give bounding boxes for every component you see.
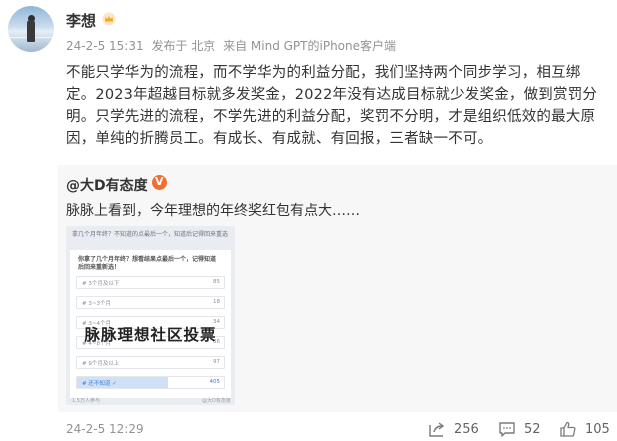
image-credit: @大D有态度 — [202, 398, 231, 404]
repost-time[interactable]: 24-2-5 12:29 — [66, 422, 144, 436]
like-count: 105 — [585, 421, 610, 437]
vote-option-count: 18 — [213, 299, 220, 305]
repost-image[interactable]: 拿几个月年终？不知道的点最后一个，知道后记得回来重选 你拿了几个月年终？想看结果… — [66, 226, 235, 405]
vote-option-count: 405 — [209, 379, 221, 385]
post-source: 来自 Mind GPT的iPhone客户端 — [223, 39, 397, 53]
user-name[interactable]: 李想 — [66, 10, 96, 31]
comment-count: 52 — [524, 421, 541, 437]
avatar[interactable] — [8, 6, 54, 52]
comment-icon — [499, 422, 515, 437]
share-count: 256 — [454, 421, 479, 437]
vote-participants: 1.5万人参与 — [72, 398, 100, 404]
vote-option: # 3~3个月 18 — [76, 296, 225, 309]
vote-option-count: 97 — [213, 359, 220, 365]
like-icon — [560, 421, 576, 437]
verified-icon — [152, 175, 167, 190]
post-meta: 24-2-5 15:31 发布于 北京 来自 Mind GPT的iPhone客户… — [66, 37, 400, 54]
post-time[interactable]: 24-2-5 15:31 — [66, 39, 144, 53]
vote-option-label: # 9个月及以上 — [82, 361, 120, 367]
crown-icon — [102, 12, 116, 26]
repost-author[interactable]: @大D有态度 — [66, 175, 148, 195]
vote-option-label: # 3个月及以下 — [82, 281, 120, 287]
vote-header-question: 拿几个月年终？不知道的点最后一个，知道后记得回来重选 — [72, 231, 229, 238]
post-location: 发布于 北京 — [151, 39, 216, 53]
vote-panel: 你拿了几个月年终？想看结果点最后一个，记得知道后回来重新选！ # 3个月及以下 … — [70, 250, 231, 398]
comment-button[interactable]: 52 — [498, 420, 541, 438]
vote-option-count: 85 — [213, 279, 220, 285]
share-icon — [429, 422, 445, 437]
share-button[interactable]: 256 — [428, 420, 479, 438]
repost-text: 脉脉上看到，今年理想的年终奖红包有点大…… — [66, 203, 360, 219]
image-watermark: 脉脉理想社区投票 — [84, 326, 217, 344]
avatar-figure-body — [27, 20, 35, 42]
repost-card[interactable]: @大D有态度 脉脉上看到，今年理想的年终奖红包有点大…… 拿几个月年终？不知道的… — [58, 165, 617, 412]
post-text: 不能只学华为的流程，而不学华为的利益分配，我们坚持两个同步学习，相互绑定。202… — [66, 65, 598, 147]
vote-question: 你拿了几个月年终？想看结果点最后一个，记得知道后回来重新选！ — [78, 256, 217, 271]
vote-option-label: # 还不知道 ✓ — [82, 381, 117, 387]
vote-option-selected: # 还不知道 ✓ 405 — [76, 376, 225, 389]
vote-option-label: # 3~3个月 — [82, 301, 111, 307]
vote-option: # 9个月及以上 97 — [76, 356, 225, 369]
like-button[interactable]: 105 — [559, 420, 610, 438]
vote-option: # 3个月及以下 85 — [76, 276, 225, 289]
